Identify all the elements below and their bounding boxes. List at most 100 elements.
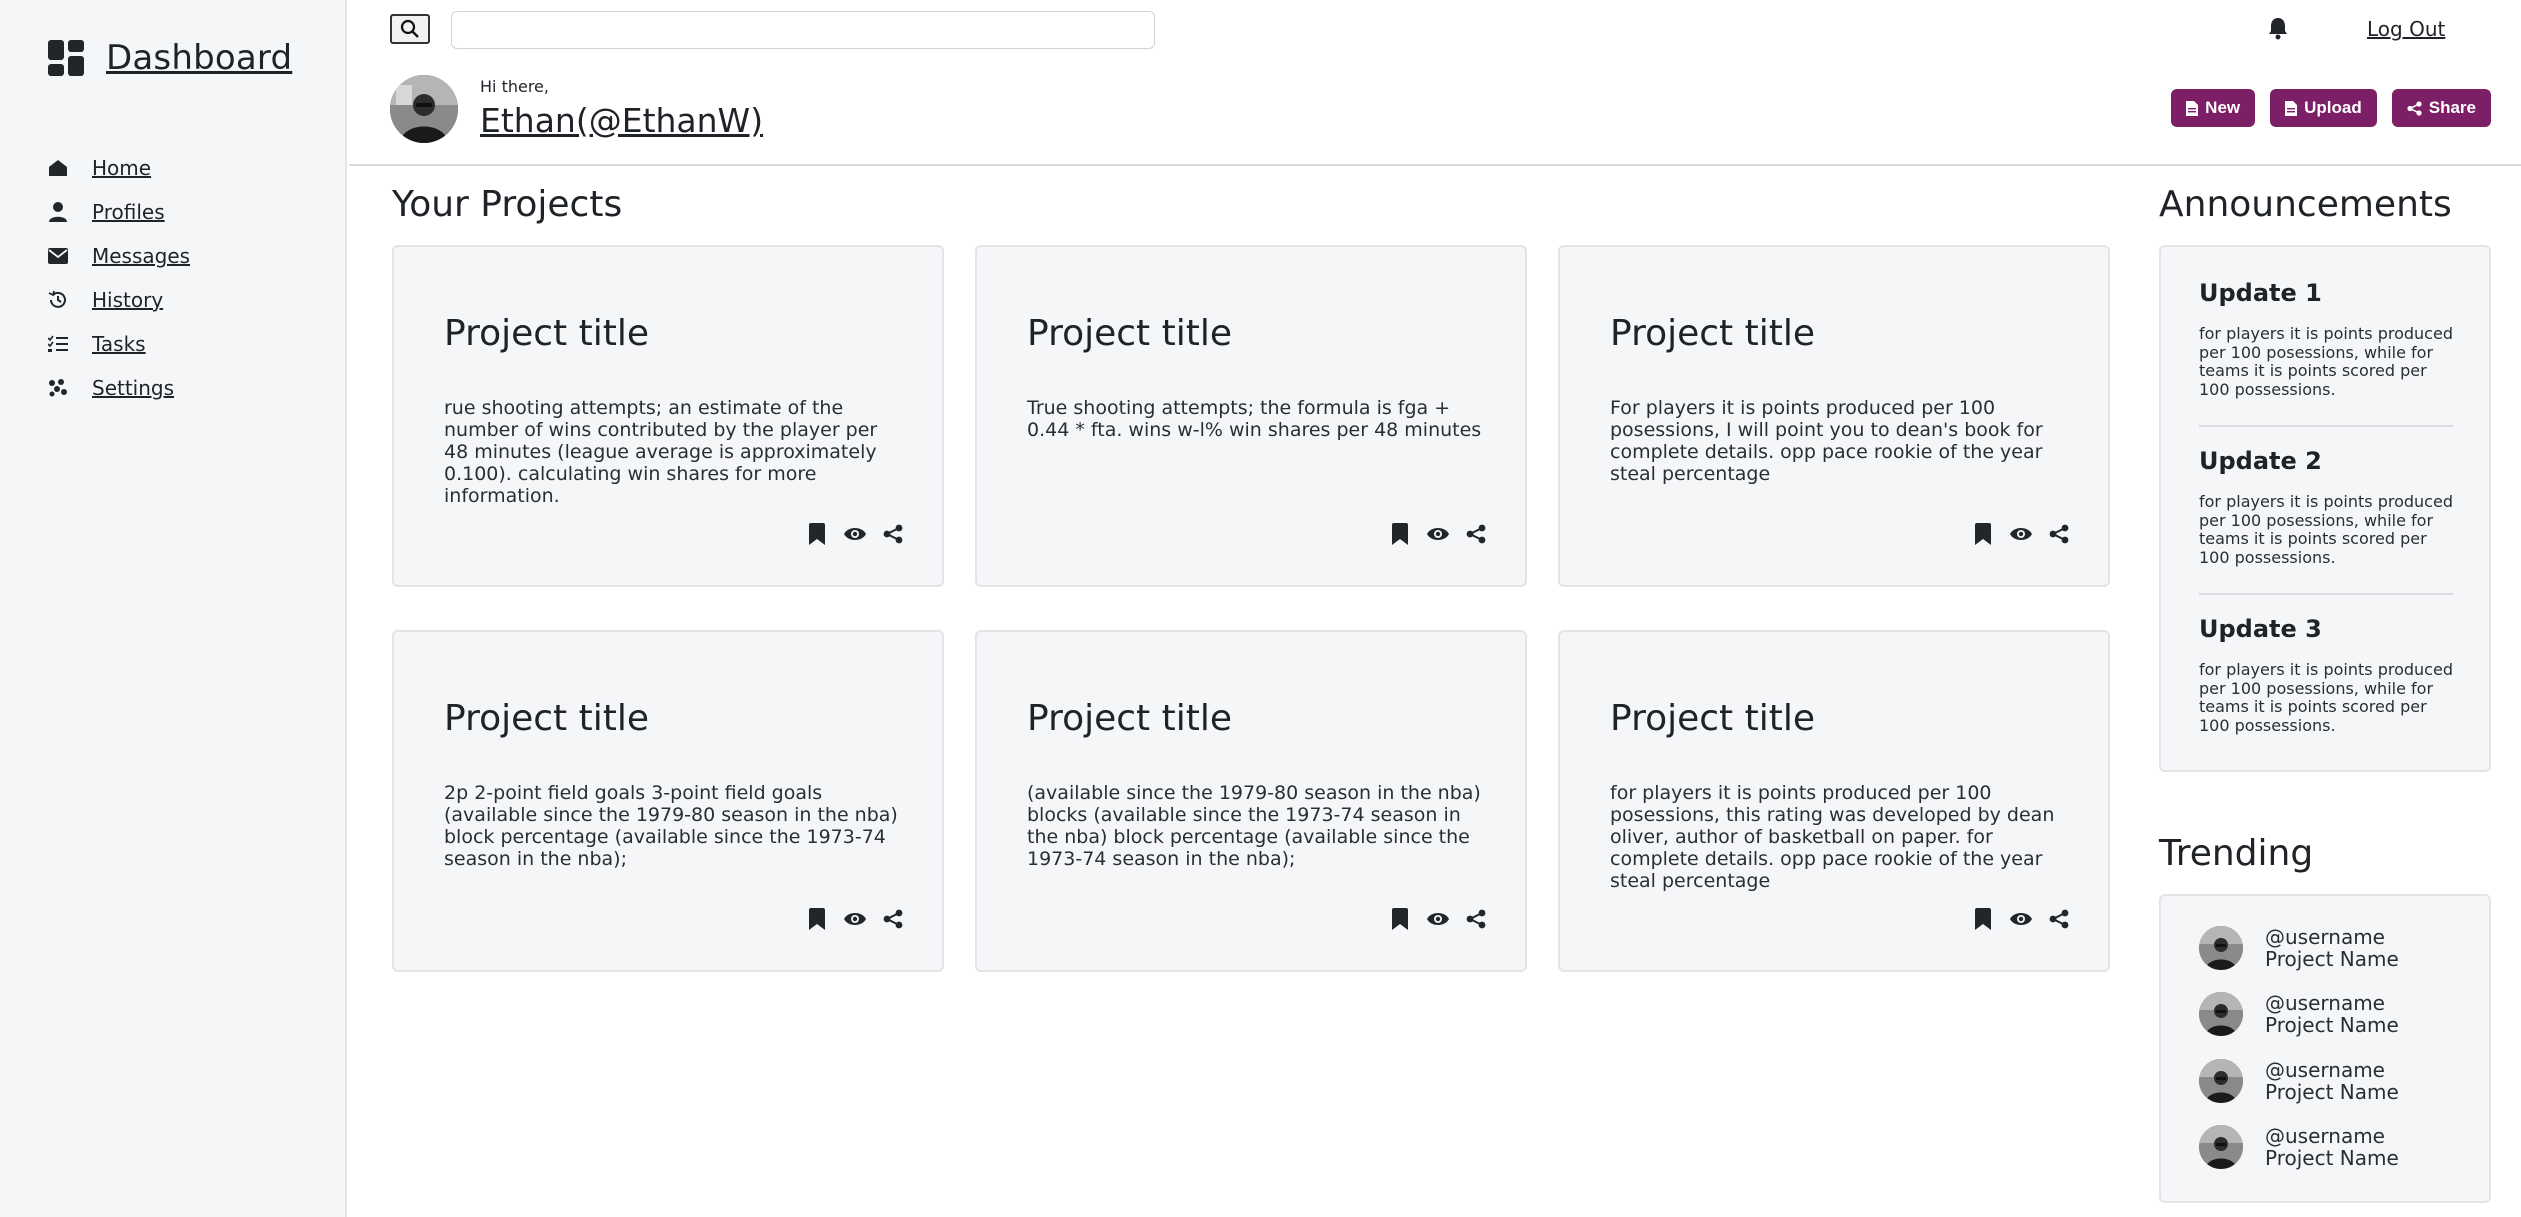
project-card[interactable]: Project title For players it is points p… bbox=[1558, 245, 2110, 587]
project-description: True shooting attempts; the formula is f… bbox=[1027, 397, 1482, 441]
project-card[interactable]: Project title True shooting attempts; th… bbox=[975, 245, 1527, 587]
file-icon bbox=[2186, 100, 2199, 116]
bookmark-icon[interactable] bbox=[1972, 523, 1994, 545]
project-title: Project title bbox=[1610, 698, 1815, 739]
trending-username: @username bbox=[2265, 1124, 2385, 1148]
avatar bbox=[2199, 1059, 2243, 1103]
card-actions bbox=[1389, 523, 1487, 545]
upload-button-label: Upload bbox=[2304, 98, 2362, 117]
sidebar-item-label[interactable]: Tasks bbox=[92, 332, 146, 356]
sidebar: Dashboard Home Profiles Messages History bbox=[0, 0, 347, 1217]
card-actions bbox=[1972, 908, 2070, 930]
bookmark-icon[interactable] bbox=[1389, 523, 1411, 545]
trending-panel: @username Project Name @username Project… bbox=[2159, 894, 2491, 1203]
home-icon bbox=[48, 158, 68, 178]
sidebar-item-messages[interactable]: Messages bbox=[48, 234, 190, 278]
search-input[interactable] bbox=[451, 11, 1155, 49]
sidebar-item-tasks[interactable]: Tasks bbox=[48, 322, 190, 366]
sidebar-item-home[interactable]: Home bbox=[48, 146, 190, 190]
sidebar-nav: Home Profiles Messages History Tasks Set… bbox=[48, 146, 190, 410]
project-description: for players it is points produced per 10… bbox=[1610, 782, 2055, 892]
trending-item[interactable]: @username Project Name bbox=[2199, 1125, 2399, 1169]
share-icon[interactable] bbox=[2048, 523, 2070, 545]
project-card[interactable]: Project title rue shooting attempts; an … bbox=[392, 245, 944, 587]
file-icon bbox=[2285, 100, 2298, 116]
settings-icon bbox=[48, 378, 68, 398]
announcement-text: for players it is points produced per 10… bbox=[2199, 660, 2453, 735]
avatar bbox=[2199, 926, 2243, 970]
sidebar-item-settings[interactable]: Settings bbox=[48, 366, 190, 410]
sidebar-item-label[interactable]: Profiles bbox=[92, 200, 165, 224]
project-description: (available since the 1979-80 season in t… bbox=[1027, 782, 1481, 870]
divider bbox=[2199, 593, 2453, 595]
share-icon[interactable] bbox=[2048, 908, 2070, 930]
sidebar-item-label[interactable]: Home bbox=[92, 156, 151, 180]
share-button[interactable]: Share bbox=[2391, 89, 2491, 127]
bookmark-icon[interactable] bbox=[806, 908, 828, 930]
project-title: Project title bbox=[1610, 313, 1815, 354]
eye-icon[interactable] bbox=[844, 523, 866, 545]
bookmark-icon[interactable] bbox=[1389, 908, 1411, 930]
announcements-panel: Update 1 for players it is points produc… bbox=[2159, 245, 2491, 772]
announcements-heading: Announcements bbox=[2159, 184, 2452, 225]
greeting-text: Hi there, bbox=[480, 77, 549, 96]
project-card[interactable]: Project title for players it is points p… bbox=[1558, 630, 2110, 972]
sidebar-item-label[interactable]: Messages bbox=[92, 244, 190, 268]
project-title: Project title bbox=[1027, 313, 1232, 354]
project-title: Project title bbox=[1027, 698, 1232, 739]
project-description: For players it is points produced per 10… bbox=[1610, 397, 2043, 485]
dashboard-grid-icon bbox=[48, 40, 84, 76]
search-icon bbox=[400, 19, 419, 38]
brand[interactable]: Dashboard bbox=[48, 38, 292, 78]
dashboard-title-link[interactable]: Dashboard bbox=[106, 38, 292, 78]
avatar bbox=[2199, 992, 2243, 1036]
announcement-item[interactable]: Update 3 for players it is points produc… bbox=[2199, 615, 2453, 735]
project-card[interactable]: Project title 2p 2-point field goals 3-p… bbox=[392, 630, 944, 972]
announcement-title: Update 3 bbox=[2199, 615, 2322, 643]
bookmark-icon[interactable] bbox=[806, 523, 828, 545]
user-name-link[interactable]: Ethan(@EthanW) bbox=[480, 101, 763, 140]
share-icon[interactable] bbox=[882, 908, 904, 930]
announcement-item[interactable]: Update 2 for players it is points produc… bbox=[2199, 447, 2453, 567]
card-actions bbox=[806, 523, 904, 545]
eye-icon[interactable] bbox=[2010, 908, 2032, 930]
trending-username: @username bbox=[2265, 925, 2385, 949]
trending-item[interactable]: @username Project Name bbox=[2199, 992, 2399, 1036]
sidebar-item-label[interactable]: Settings bbox=[92, 376, 174, 400]
trending-project-name: Project Name bbox=[2265, 1013, 2399, 1037]
envelope-icon bbox=[48, 246, 68, 266]
share-icon[interactable] bbox=[1465, 908, 1487, 930]
eye-icon[interactable] bbox=[844, 908, 866, 930]
trending-item[interactable]: @username Project Name bbox=[2199, 1059, 2399, 1103]
trending-project-name: Project Name bbox=[2265, 947, 2399, 971]
bell-icon[interactable] bbox=[2267, 16, 2289, 40]
project-card[interactable]: Project title (available since the 1979-… bbox=[975, 630, 1527, 972]
avatar[interactable] bbox=[390, 75, 458, 143]
project-description: 2p 2-point field goals 3-point field goa… bbox=[444, 782, 898, 870]
search-button[interactable] bbox=[390, 14, 430, 44]
history-icon bbox=[48, 290, 68, 310]
upload-button[interactable]: Upload bbox=[2270, 89, 2377, 127]
new-button[interactable]: New bbox=[2171, 89, 2256, 127]
eye-icon[interactable] bbox=[1427, 523, 1449, 545]
project-description: rue shooting attempts; an estimate of th… bbox=[444, 397, 878, 507]
announcement-text: for players it is points produced per 10… bbox=[2199, 492, 2453, 567]
trending-item[interactable]: @username Project Name bbox=[2199, 926, 2399, 970]
announcement-title: Update 1 bbox=[2199, 279, 2322, 307]
eye-icon[interactable] bbox=[2010, 523, 2032, 545]
announcement-item[interactable]: Update 1 for players it is points produc… bbox=[2199, 279, 2453, 399]
sidebar-item-history[interactable]: History bbox=[48, 278, 190, 322]
person-icon bbox=[48, 202, 68, 222]
sidebar-item-label[interactable]: History bbox=[92, 288, 163, 312]
card-actions bbox=[1389, 908, 1487, 930]
share-icon[interactable] bbox=[882, 523, 904, 545]
eye-icon[interactable] bbox=[1427, 908, 1449, 930]
divider bbox=[2199, 425, 2453, 427]
trending-project-name: Project Name bbox=[2265, 1080, 2399, 1104]
logout-link[interactable]: Log Out bbox=[2367, 17, 2445, 41]
tasks-icon bbox=[48, 334, 68, 354]
share-icon[interactable] bbox=[1465, 523, 1487, 545]
sidebar-item-profiles[interactable]: Profiles bbox=[48, 190, 190, 234]
bookmark-icon[interactable] bbox=[1972, 908, 1994, 930]
projects-heading: Your Projects bbox=[392, 184, 623, 225]
